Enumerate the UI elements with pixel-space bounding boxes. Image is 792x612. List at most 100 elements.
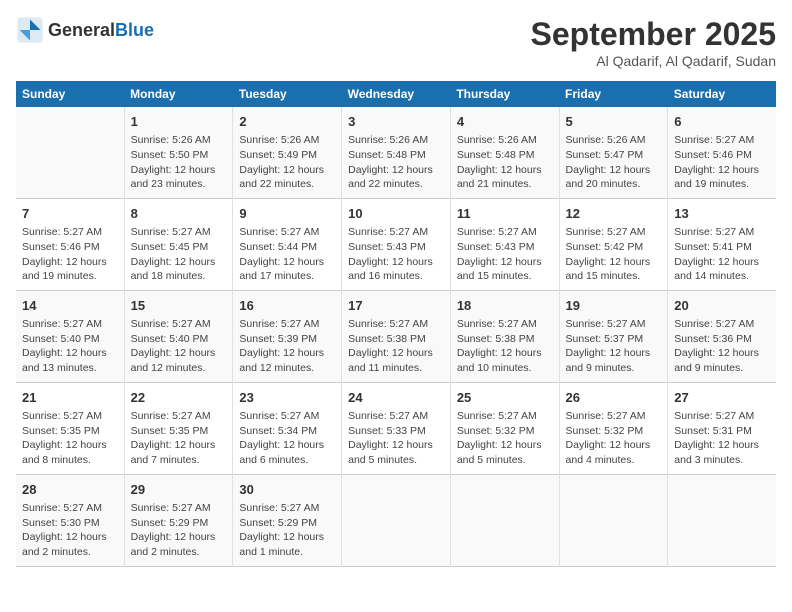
day-number: 10: [348, 205, 444, 223]
day-cell: 23 Sunrise: 5:27 AM Sunset: 5:34 PM Dayli…: [233, 382, 342, 474]
day-number: 14: [22, 297, 118, 315]
day-info: Sunrise: 5:27 AM Sunset: 5:46 PM Dayligh…: [22, 225, 118, 284]
day-cell: 12 Sunrise: 5:27 AM Sunset: 5:42 PM Dayli…: [559, 198, 668, 290]
day-info: Sunrise: 5:27 AM Sunset: 5:29 PM Dayligh…: [239, 501, 335, 560]
day-number: 29: [131, 481, 227, 499]
day-cell: 14 Sunrise: 5:27 AM Sunset: 5:40 PM Dayli…: [16, 290, 124, 382]
day-cell: 29 Sunrise: 5:27 AM Sunset: 5:29 PM Dayli…: [124, 474, 233, 566]
day-cell: [342, 474, 451, 566]
day-cell: 10 Sunrise: 5:27 AM Sunset: 5:43 PM Dayli…: [342, 198, 451, 290]
logo-blue: Blue: [115, 20, 154, 40]
day-number: 7: [22, 205, 118, 223]
day-info: Sunrise: 5:27 AM Sunset: 5:34 PM Dayligh…: [239, 409, 335, 468]
day-info: Sunrise: 5:27 AM Sunset: 5:38 PM Dayligh…: [457, 317, 553, 376]
title-block: September 2025 Al Qadarif, Al Qadarif, S…: [531, 16, 776, 69]
day-number: 11: [457, 205, 553, 223]
col-header-monday: Monday: [124, 81, 233, 107]
day-cell: 21 Sunrise: 5:27 AM Sunset: 5:35 PM Dayli…: [16, 382, 124, 474]
day-info: Sunrise: 5:27 AM Sunset: 5:38 PM Dayligh…: [348, 317, 444, 376]
logo: GeneralBlue: [16, 16, 154, 44]
day-number: 19: [566, 297, 662, 315]
day-cell: 17Sunrise: 5:27 AM Sunset: 5:38 PM Dayli…: [342, 290, 451, 382]
day-number: 20: [674, 297, 770, 315]
day-cell: 25Sunrise: 5:27 AM Sunset: 5:32 PM Dayli…: [450, 382, 559, 474]
day-info: Sunrise: 5:27 AM Sunset: 5:31 PM Dayligh…: [674, 409, 770, 468]
col-header-sunday: Sunday: [16, 81, 124, 107]
col-header-friday: Friday: [559, 81, 668, 107]
week-row-4: 21 Sunrise: 5:27 AM Sunset: 5:35 PM Dayli…: [16, 382, 776, 474]
day-info: Sunrise: 5:27 AM Sunset: 5:45 PM Dayligh…: [131, 225, 227, 284]
day-number: 18: [457, 297, 553, 315]
page-header: GeneralBlue September 2025 Al Qadarif, A…: [16, 16, 776, 69]
day-number: 12: [566, 205, 662, 223]
day-cell: 27 Sunrise: 5:27 AM Sunset: 5:31 PM Dayli…: [668, 382, 776, 474]
day-info: Sunrise: 5:27 AM Sunset: 5:46 PM Dayligh…: [674, 133, 770, 192]
day-info: Sunrise: 5:27 AM Sunset: 5:33 PM Dayligh…: [348, 409, 444, 468]
day-cell: 11 Sunrise: 5:27 AM Sunset: 5:43 PM Dayli…: [450, 198, 559, 290]
day-number: 2: [239, 113, 335, 131]
day-number: 5: [566, 113, 662, 131]
day-number: 4: [457, 113, 553, 131]
calendar-table: SundayMondayTuesdayWednesdayThursdayFrid…: [16, 81, 776, 567]
day-cell: 26Sunrise: 5:27 AM Sunset: 5:32 PM Dayli…: [559, 382, 668, 474]
day-cell: 18 Sunrise: 5:27 AM Sunset: 5:38 PM Dayli…: [450, 290, 559, 382]
day-cell: 19 Sunrise: 5:27 AM Sunset: 5:37 PM Dayli…: [559, 290, 668, 382]
day-info: Sunrise: 5:27 AM Sunset: 5:44 PM Dayligh…: [239, 225, 335, 284]
day-cell: 13 Sunrise: 5:27 AM Sunset: 5:41 PM Dayli…: [668, 198, 776, 290]
day-info: Sunrise: 5:27 AM Sunset: 5:35 PM Dayligh…: [131, 409, 227, 468]
day-number: 30: [239, 481, 335, 499]
day-cell: 6 Sunrise: 5:27 AM Sunset: 5:46 PM Daylig…: [668, 107, 776, 198]
month-year: September 2025: [531, 16, 776, 53]
day-cell: [450, 474, 559, 566]
day-info: Sunrise: 5:26 AM Sunset: 5:49 PM Dayligh…: [239, 133, 335, 192]
day-number: 13: [674, 205, 770, 223]
day-cell: [16, 107, 124, 198]
day-cell: [668, 474, 776, 566]
logo-icon: [16, 16, 44, 44]
day-cell: [559, 474, 668, 566]
header-row: SundayMondayTuesdayWednesdayThursdayFrid…: [16, 81, 776, 107]
day-number: 27: [674, 389, 770, 407]
day-info: Sunrise: 5:27 AM Sunset: 5:37 PM Dayligh…: [566, 317, 662, 376]
day-number: 15: [131, 297, 227, 315]
week-row-2: 7 Sunrise: 5:27 AM Sunset: 5:46 PM Daylig…: [16, 198, 776, 290]
day-info: Sunrise: 5:27 AM Sunset: 5:42 PM Dayligh…: [566, 225, 662, 284]
day-cell: 1Sunrise: 5:26 AM Sunset: 5:50 PM Daylig…: [124, 107, 233, 198]
location: Al Qadarif, Al Qadarif, Sudan: [531, 53, 776, 69]
day-cell: 22 Sunrise: 5:27 AM Sunset: 5:35 PM Dayli…: [124, 382, 233, 474]
day-info: Sunrise: 5:26 AM Sunset: 5:47 PM Dayligh…: [566, 133, 662, 192]
day-cell: 7 Sunrise: 5:27 AM Sunset: 5:46 PM Daylig…: [16, 198, 124, 290]
day-number: 21: [22, 389, 118, 407]
col-header-thursday: Thursday: [450, 81, 559, 107]
day-cell: 16 Sunrise: 5:27 AM Sunset: 5:39 PM Dayli…: [233, 290, 342, 382]
day-number: 23: [239, 389, 335, 407]
day-number: 22: [131, 389, 227, 407]
day-info: Sunrise: 5:27 AM Sunset: 5:39 PM Dayligh…: [239, 317, 335, 376]
day-cell: 2 Sunrise: 5:26 AM Sunset: 5:49 PM Daylig…: [233, 107, 342, 198]
day-info: Sunrise: 5:27 AM Sunset: 5:35 PM Dayligh…: [22, 409, 118, 468]
day-info: Sunrise: 5:27 AM Sunset: 5:30 PM Dayligh…: [22, 501, 118, 560]
day-cell: 8Sunrise: 5:27 AM Sunset: 5:45 PM Daylig…: [124, 198, 233, 290]
day-cell: 24Sunrise: 5:27 AM Sunset: 5:33 PM Dayli…: [342, 382, 451, 474]
week-row-5: 28 Sunrise: 5:27 AM Sunset: 5:30 PM Dayli…: [16, 474, 776, 566]
day-number: 6: [674, 113, 770, 131]
day-cell: 15Sunrise: 5:27 AM Sunset: 5:40 PM Dayli…: [124, 290, 233, 382]
day-info: Sunrise: 5:27 AM Sunset: 5:36 PM Dayligh…: [674, 317, 770, 376]
day-info: Sunrise: 5:27 AM Sunset: 5:29 PM Dayligh…: [131, 501, 227, 560]
day-cell: 3Sunrise: 5:26 AM Sunset: 5:48 PM Daylig…: [342, 107, 451, 198]
day-number: 28: [22, 481, 118, 499]
day-info: Sunrise: 5:27 AM Sunset: 5:43 PM Dayligh…: [457, 225, 553, 284]
day-info: Sunrise: 5:27 AM Sunset: 5:40 PM Dayligh…: [22, 317, 118, 376]
day-info: Sunrise: 5:26 AM Sunset: 5:48 PM Dayligh…: [348, 133, 444, 192]
day-cell: 5 Sunrise: 5:26 AM Sunset: 5:47 PM Daylig…: [559, 107, 668, 198]
day-cell: 30 Sunrise: 5:27 AM Sunset: 5:29 PM Dayli…: [233, 474, 342, 566]
day-number: 25: [457, 389, 553, 407]
col-header-wednesday: Wednesday: [342, 81, 451, 107]
day-cell: 28 Sunrise: 5:27 AM Sunset: 5:30 PM Dayli…: [16, 474, 124, 566]
day-number: 1: [131, 113, 227, 131]
col-header-tuesday: Tuesday: [233, 81, 342, 107]
day-info: Sunrise: 5:27 AM Sunset: 5:41 PM Dayligh…: [674, 225, 770, 284]
day-info: Sunrise: 5:27 AM Sunset: 5:43 PM Dayligh…: [348, 225, 444, 284]
day-info: Sunrise: 5:26 AM Sunset: 5:48 PM Dayligh…: [457, 133, 553, 192]
day-number: 16: [239, 297, 335, 315]
